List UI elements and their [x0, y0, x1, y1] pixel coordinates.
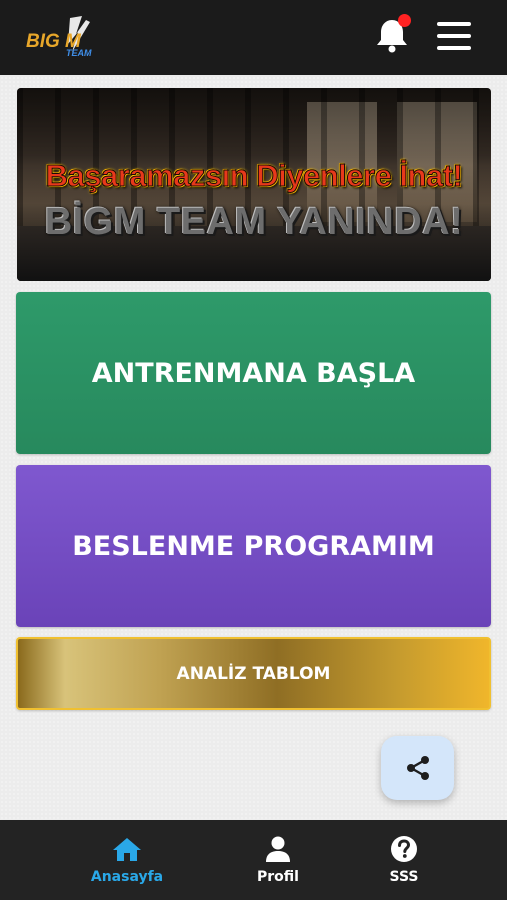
- hamburger-menu-icon: [437, 22, 471, 26]
- svg-text:TEAM: TEAM: [66, 48, 92, 58]
- hamburger-menu-button[interactable]: [437, 22, 471, 50]
- nav-item-faq[interactable]: SSS: [349, 834, 459, 892]
- question-circle-icon: [391, 836, 417, 862]
- nav-item-profile[interactable]: Profil: [223, 834, 333, 892]
- motivation-banner: Başaramazsın Diyenlere İnat! BİGM TEAM Y…: [17, 88, 491, 281]
- start-workout-button[interactable]: ANTRENMANA BAŞLA: [16, 292, 491, 454]
- banner-headline: Başaramazsın Diyenlere İnat!: [45, 158, 463, 194]
- notification-badge: [398, 14, 411, 27]
- nutrition-program-button[interactable]: BESLENME PROGRAMIM: [16, 465, 491, 627]
- share-icon: [406, 756, 429, 780]
- bottom-navigation: Anasayfa Profil SSS: [0, 820, 507, 900]
- top-app-bar: BIG M TEAM: [0, 0, 507, 75]
- home-icon: [113, 838, 141, 861]
- nav-label-faq: SSS: [389, 869, 419, 885]
- nav-label-home: Anasayfa: [90, 869, 164, 885]
- user-icon: [266, 836, 290, 862]
- nav-item-home[interactable]: Anasayfa: [72, 834, 182, 892]
- share-button[interactable]: [381, 736, 454, 800]
- analysis-table-button[interactable]: ANALİZ TABLOM: [16, 637, 491, 710]
- bigm-team-logo[interactable]: BIG M TEAM: [26, 14, 96, 60]
- banner-subheadline: BİGM TEAM YANINDA!: [44, 201, 464, 243]
- nav-label-profile: Profil: [257, 869, 299, 885]
